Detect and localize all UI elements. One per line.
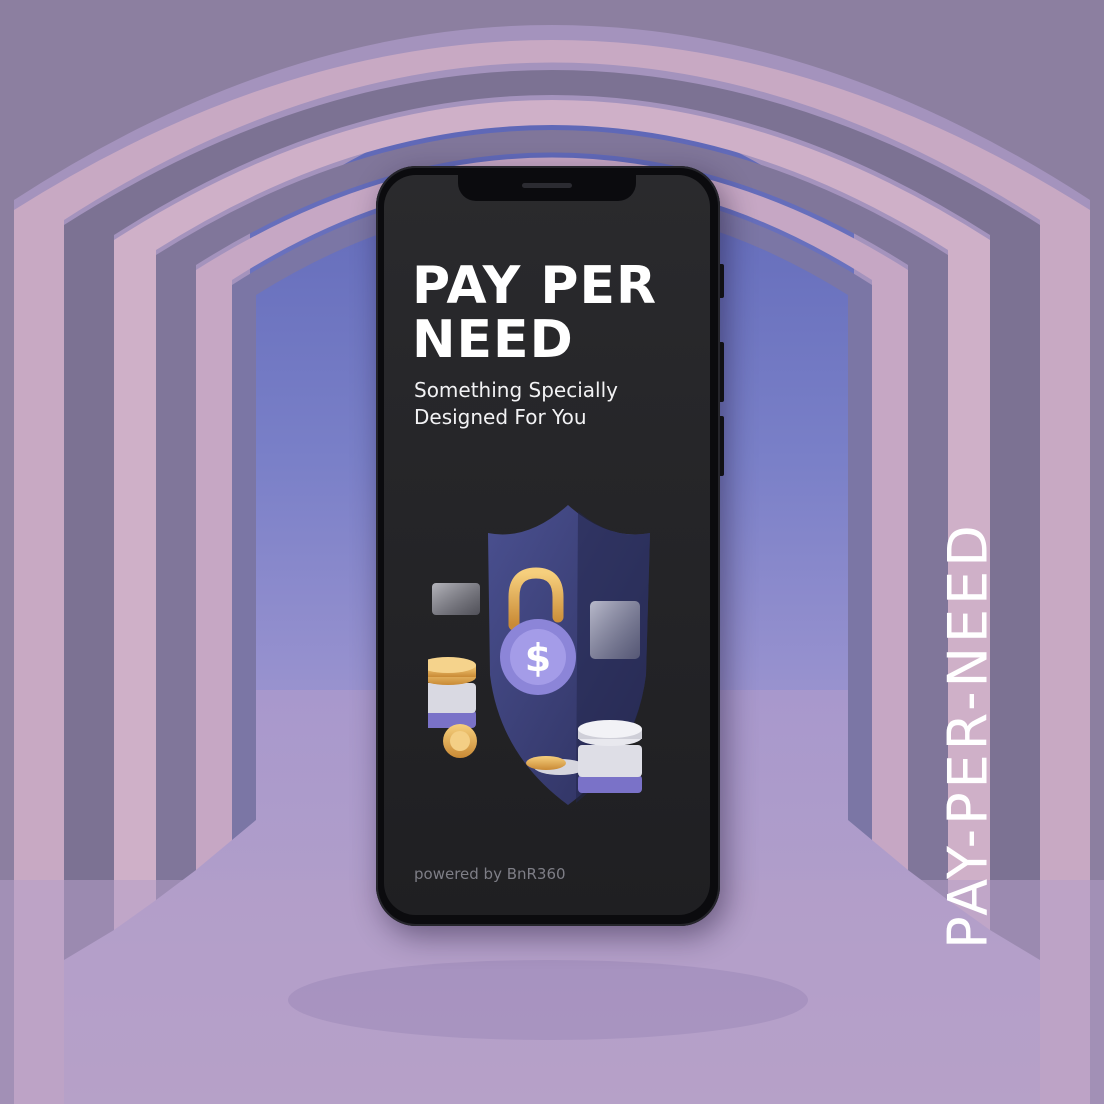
phone-side-button xyxy=(720,264,724,298)
side-vertical-title: PAY-PER-NEED xyxy=(936,521,1000,949)
phone-speaker xyxy=(522,183,572,188)
headline: PAY PER NEED xyxy=(412,256,658,370)
phone-notch xyxy=(458,175,636,201)
security-payment-illustration: $ xyxy=(428,505,650,805)
glass-card-icon xyxy=(590,601,640,659)
tagline: Something Specially Designed For You xyxy=(414,378,618,429)
dollar-sign-icon: $ xyxy=(525,636,551,680)
hero-scene: PAY PER NEED Something Specially Designe… xyxy=(0,0,1104,1104)
powered-by-credit: powered by BnR360 xyxy=(414,865,566,883)
glass-card-icon xyxy=(432,583,480,615)
phone-side-button xyxy=(720,342,724,402)
phone-mockup: PAY PER NEED Something Specially Designe… xyxy=(376,166,724,926)
phone-side-button xyxy=(720,416,724,476)
phone-screen: PAY PER NEED Something Specially Designe… xyxy=(384,175,710,915)
coin-stack-icon xyxy=(428,657,477,758)
